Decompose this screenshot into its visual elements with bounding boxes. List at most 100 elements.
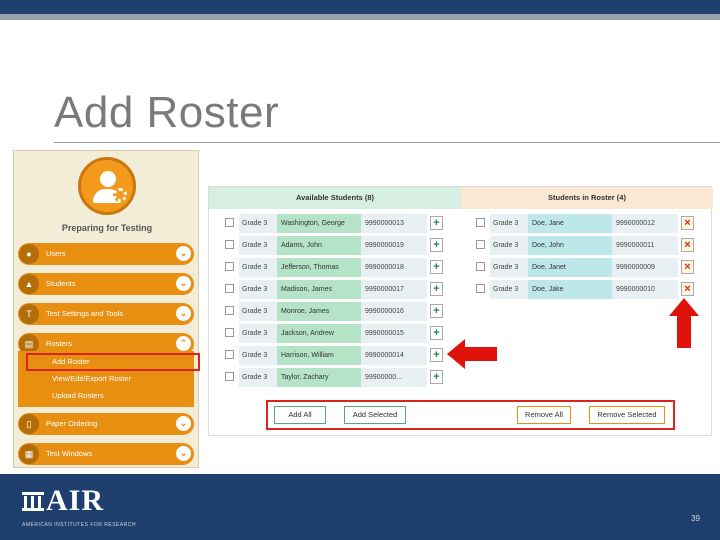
grade-cell: Grade 3 — [490, 280, 528, 299]
grade-cell: Grade 3 — [239, 280, 277, 299]
row-checkbox[interactable] — [225, 262, 234, 271]
id-cell: 9990000010 — [612, 280, 678, 299]
page-number: 39 — [691, 514, 700, 523]
name-cell: Taylor, Zachary — [277, 368, 361, 387]
row-checkbox[interactable] — [225, 328, 234, 337]
row-checkbox[interactable] — [476, 262, 485, 271]
add-student-icon[interactable]: + — [430, 326, 443, 340]
id-cell: 9990000016 — [361, 302, 427, 321]
row-checkbox[interactable] — [476, 284, 485, 293]
available-student-row: Grade 3 Adams, John 9990000019 + — [225, 236, 447, 255]
arrow-up-icon — [669, 298, 699, 348]
id-cell: 9990000011 — [612, 236, 678, 255]
available-students-header: Available Students (8) — [209, 187, 461, 209]
chevron-down-icon[interactable]: ⌄ — [176, 446, 191, 461]
id-cell: 9990000019 — [361, 236, 427, 255]
add-student-icon[interactable]: + — [430, 216, 443, 230]
name-cell: Jefferson, Thomas — [277, 258, 361, 277]
add-all-button[interactable]: Add All — [274, 406, 326, 424]
remove-student-icon[interactable]: × — [681, 238, 694, 252]
nav-item-students[interactable]: ▲ Students ⌄ — [18, 273, 194, 295]
slide: Add Roster Preparing for Testing ● Users… — [0, 0, 720, 540]
grade-cell: Grade 3 — [490, 214, 528, 233]
id-cell: 9990000013 — [361, 214, 427, 233]
remove-student-icon[interactable]: × — [681, 216, 694, 230]
submenu-upload-rosters[interactable]: Upload Rosters — [52, 391, 104, 400]
row-checkbox[interactable] — [225, 372, 234, 381]
top-banner — [0, 0, 720, 14]
chevron-down-icon[interactable]: ⌄ — [176, 416, 191, 431]
roster-student-row: Grade 3 Doe, John 9990000011 × — [476, 236, 698, 255]
nav-item-label: Test Settings and Tools — [46, 309, 123, 318]
available-student-row: Grade 3 Jefferson, Thomas 9990000018 + — [225, 258, 447, 277]
row-checkbox[interactable] — [225, 350, 234, 359]
add-student-icon[interactable]: + — [430, 282, 443, 296]
available-student-row: Grade 3 Taylor, Zachary 99900000... + — [225, 368, 447, 387]
row-checkbox[interactable] — [225, 306, 234, 315]
available-student-row: Grade 3 Jackson, Andrew 9990000015 + — [225, 324, 447, 343]
nav-item-paper-ordering[interactable]: ▯ Paper Ordering ⌄ — [18, 413, 194, 435]
roster-student-row: Grade 3 Doe, Jake 9990000010 × — [476, 280, 698, 299]
name-cell: Washington, George — [277, 214, 361, 233]
grade-cell: Grade 3 — [490, 236, 528, 255]
nav-heading: Preparing for Testing — [61, 223, 153, 233]
chevron-down-icon[interactable]: ⌄ — [176, 306, 191, 321]
grade-cell: Grade 3 — [239, 346, 277, 365]
add-student-icon[interactable]: + — [430, 238, 443, 252]
name-cell: Doe, Janet — [528, 258, 612, 277]
add-student-icon[interactable]: + — [430, 260, 443, 274]
row-checkbox[interactable] — [225, 240, 234, 249]
chevron-down-icon[interactable]: ⌄ — [176, 246, 191, 261]
nav-item-test-settings[interactable]: T Test Settings and Tools ⌄ — [18, 303, 194, 325]
id-cell: 9990000017 — [361, 280, 427, 299]
row-checkbox[interactable] — [225, 284, 234, 293]
navigation-panel: Preparing for Testing ● Users ⌄ ▲ Studen… — [13, 150, 199, 468]
nav-item-label: Rosters — [46, 339, 72, 348]
nav-item-label: Paper Ordering — [46, 419, 98, 428]
remove-student-icon[interactable]: × — [681, 260, 694, 274]
nav-item-test-windows[interactable]: ▦ Test Windows ⌄ — [18, 443, 194, 465]
grade-cell: Grade 3 — [239, 236, 277, 255]
row-checkbox[interactable] — [476, 218, 485, 227]
calendar-icon: ▦ — [19, 444, 39, 464]
footer-bar — [0, 474, 720, 540]
row-checkbox[interactable] — [225, 218, 234, 227]
remove-selected-button[interactable]: Remove Selected — [589, 406, 665, 424]
remove-student-icon[interactable]: × — [681, 282, 694, 296]
available-student-row: Grade 3 Monroe, James 9990000016 + — [225, 302, 447, 321]
id-cell: 9990000015 — [361, 324, 427, 343]
remove-all-button[interactable]: Remove All — [517, 406, 571, 424]
chevron-down-icon[interactable]: ⌄ — [176, 276, 191, 291]
graduation-cap-icon: ▲ — [19, 274, 39, 294]
settings-tools-icon: T — [19, 304, 39, 324]
add-selected-button[interactable]: Add Selected — [344, 406, 406, 424]
grade-cell: Grade 3 — [239, 302, 277, 321]
users-icon: ● — [19, 244, 39, 264]
add-student-icon[interactable]: + — [430, 304, 443, 318]
nav-item-users[interactable]: ● Users ⌄ — [18, 243, 194, 265]
user-settings-icon — [78, 157, 136, 215]
name-cell: Harrison, William — [277, 346, 361, 365]
id-cell: 99900000... — [361, 368, 427, 387]
name-cell: Doe, Jane — [528, 214, 612, 233]
title-divider — [54, 142, 720, 143]
grade-cell: Grade 3 — [239, 368, 277, 387]
submenu-view-edit-export-roster[interactable]: View/Edit/Export Roster — [52, 374, 131, 383]
add-student-icon[interactable]: + — [430, 370, 443, 384]
available-student-row: Grade 3 Harrison, William 9990000014 + — [225, 346, 447, 365]
roster-student-row: Grade 3 Doe, Janet 9990000009 × — [476, 258, 698, 277]
grade-cell: Grade 3 — [239, 258, 277, 277]
nav-item-label: Test Windows — [46, 449, 93, 458]
name-cell: Doe, Jake — [528, 280, 612, 299]
id-cell: 9990000009 — [612, 258, 678, 277]
logo-subtitle: AMERICAN INSTITUTES FOR RESEARCH — [22, 522, 137, 528]
name-cell: Adams, John — [277, 236, 361, 255]
id-cell: 9990000014 — [361, 346, 427, 365]
roster-student-row: Grade 3 Doe, Jane 9990000012 × — [476, 214, 698, 233]
row-checkbox[interactable] — [476, 240, 485, 249]
chevron-up-icon[interactable]: ⌃ — [176, 336, 191, 351]
grade-cell: Grade 3 — [239, 214, 277, 233]
add-student-icon[interactable]: + — [430, 348, 443, 362]
grade-cell: Grade 3 — [490, 258, 528, 277]
grade-cell: Grade 3 — [239, 324, 277, 343]
